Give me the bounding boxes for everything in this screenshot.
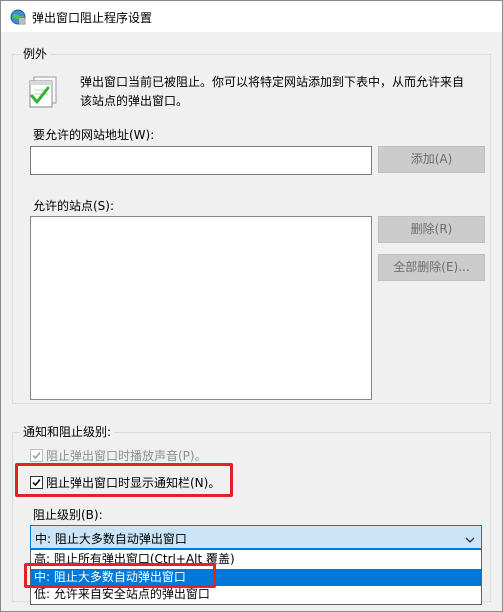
blocking-level-label: 阻止级别(B): xyxy=(33,508,103,522)
exceptions-description-line2: 该站点的弹出窗口。 xyxy=(80,94,189,108)
add-button[interactable]: 添加(A) xyxy=(378,146,485,173)
play-sound-checkbox[interactable] xyxy=(30,449,43,462)
level-option-low[interactable]: 低: 允许来自安全站点的弹出窗口 xyxy=(31,586,481,603)
allowed-sites-label: 允许的站点(S): xyxy=(33,199,115,213)
allowed-sites-list[interactable] xyxy=(30,216,372,400)
exceptions-legend: 例外 xyxy=(20,47,51,61)
play-sound-label: 阻止弹出窗口时播放声音(P)。 xyxy=(46,449,207,463)
internet-options-icon xyxy=(10,9,26,25)
popup-blocker-settings-window: 弹出窗口阻止程序设置 例外 弹出窗口当前已被阻止。你可以将特定网站添加到下表中，… xyxy=(0,0,503,612)
popup-allowed-icon xyxy=(28,74,58,110)
window-title: 弹出窗口阻止程序设置 xyxy=(32,11,153,25)
highlight-notification-bar-option xyxy=(15,463,233,497)
remove-all-button[interactable]: 全部删除(E)... xyxy=(378,254,485,281)
highlight-medium-level-option xyxy=(24,563,216,588)
address-input[interactable] xyxy=(30,146,372,175)
remove-button[interactable]: 删除(R) xyxy=(378,216,485,243)
title-bar[interactable]: 弹出窗口阻止程序设置 xyxy=(1,1,502,32)
chevron-down-icon[interactable] xyxy=(465,533,475,543)
address-label: 要允许的网站地址(W): xyxy=(33,128,155,142)
blocking-level-select[interactable]: 中: 阻止大多数自动弹出窗口 xyxy=(30,525,482,549)
exceptions-description-line1: 弹出窗口当前已被阻止。你可以将特定网站添加到下表中，从而允许来自 xyxy=(80,75,465,89)
notifications-legend: 通知和阻止级别: xyxy=(20,425,115,439)
blocking-level-selected: 中: 阻止大多数自动弹出窗口 xyxy=(35,532,187,546)
